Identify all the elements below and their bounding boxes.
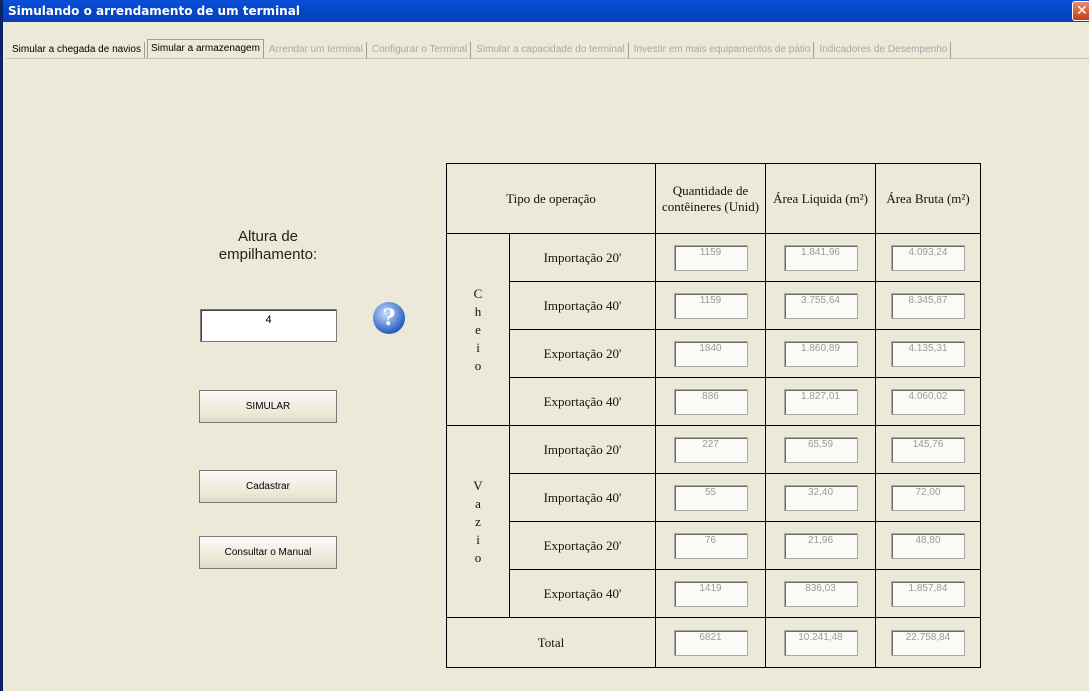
liq-cell: 1.841,96: [765, 233, 876, 282]
group-cheio: Cheio: [446, 233, 510, 426]
total-label: Total: [446, 617, 656, 668]
liq-cell: 1.827,01: [765, 377, 876, 426]
tab-simular-capacidade: Simular a capacidade do terminal: [473, 42, 629, 58]
operation-label: Exportação 40': [509, 377, 656, 426]
total-qty-cell: 6821: [655, 617, 766, 668]
total-bruta-field[interactable]: 22.758,84: [891, 629, 965, 656]
liq-cell: 21,96: [765, 521, 876, 570]
bruta-cell: 72,00: [875, 473, 981, 522]
bruta-field[interactable]: 48,80: [891, 532, 965, 559]
tab-simular-armazenagem[interactable]: Simular a armazenagem: [146, 39, 264, 58]
total-bruta-cell: 22.758,84: [875, 617, 981, 668]
altura-label: Altura de empilhamento:: [218, 228, 318, 263]
bruta-cell: 8.345,87: [875, 281, 981, 330]
qty-cell: 76: [655, 521, 766, 570]
bruta-cell: 1.857,84: [875, 569, 981, 618]
liq-field[interactable]: 1.841,96: [783, 244, 858, 271]
consultar-manual-button[interactable]: Consultar o Manual: [199, 536, 337, 569]
qty-cell: 1840: [655, 329, 766, 378]
qty-cell: 227: [655, 425, 766, 474]
liq-cell: 1.860,89: [765, 329, 876, 378]
operation-label: Exportação 40': [509, 569, 656, 618]
operation-label: Importação 40': [509, 473, 656, 522]
bruta-cell: 145,76: [875, 425, 981, 474]
qty-cell: 1159: [655, 233, 766, 282]
liq-cell: 32,40: [765, 473, 876, 522]
table-row: Exportação 40' 1419 836,03 1.857,84: [447, 569, 981, 618]
tab-arrendar-terminal: Arrendar um terminal: [266, 42, 367, 58]
bruta-field[interactable]: 4.060,02: [891, 388, 965, 415]
cadastrar-button[interactable]: Cadastrar: [199, 470, 337, 503]
qty-field[interactable]: 1840: [673, 340, 748, 367]
liq-field[interactable]: 1.860,89: [783, 340, 858, 367]
help-icon[interactable]: ?: [373, 302, 405, 334]
qty-field[interactable]: 1419: [673, 580, 748, 607]
table-row: Importação 40' 1159 3.755,64 8.345,87: [447, 281, 981, 330]
bruta-cell: 4.060,02: [875, 377, 981, 426]
bruta-cell: 4.093,24: [875, 233, 981, 282]
operation-label: Importação 20': [509, 425, 656, 474]
header-tipo: Tipo de operação: [446, 163, 656, 234]
title-bar: Simulando o arrendamento de um terminal …: [3, 0, 1089, 22]
tab-investir-equipamentos: Investir em mais equipamentos de pátio: [631, 42, 815, 58]
liq-field[interactable]: 1.827,01: [783, 388, 858, 415]
liq-field[interactable]: 32,40: [783, 484, 858, 511]
table-row: Ch e i o Importação 20' 1159 1.841,96 4.093,24: [446, 233, 981, 426]
operation-label: Importação 20': [509, 233, 656, 282]
qty-field[interactable]: 76: [673, 532, 748, 559]
qty-cell: 55: [655, 473, 766, 522]
tab-indicadores: Indicadores de Desempenho: [816, 42, 952, 58]
liq-field[interactable]: 836,03: [783, 580, 858, 607]
bruta-field[interactable]: 4.135,31: [891, 340, 965, 367]
total-qty-field[interactable]: 6821: [673, 629, 748, 656]
table-body: Ch e i o Importação 20' 1159 1.841,96 4.093,24 I…: [446, 233, 981, 618]
bruta-field[interactable]: 145,76: [891, 436, 965, 463]
header-area-liquida: Área Liquida (m²): [765, 163, 876, 234]
liq-field[interactable]: 3.755,64: [783, 292, 858, 319]
tab-configurar-terminal: Configurar o Terminal: [369, 42, 472, 58]
liq-field[interactable]: 65,59: [783, 436, 858, 463]
liq-cell: 65,59: [765, 425, 876, 474]
total-row: Total 6821 10.241,48 22.758,84: [446, 617, 981, 668]
liq-cell: 836,03: [765, 569, 876, 618]
bruta-cell: 48,80: [875, 521, 981, 570]
qty-field[interactable]: 1159: [673, 292, 748, 319]
window-title: Simulando o arrendamento de um terminal: [8, 4, 300, 18]
tab-divider: [6, 58, 1089, 59]
table-row: Exportação 20' 1840 1.860,89 4.135,31: [447, 329, 981, 378]
liq-field[interactable]: 21,96: [783, 532, 858, 559]
app-window: Simulando o arrendamento de um terminal …: [0, 0, 1089, 691]
operation-label: Importação 40': [509, 281, 656, 330]
operation-label: Exportação 20': [509, 521, 656, 570]
group-vazio: Vazio: [446, 425, 510, 618]
qty-field[interactable]: 227: [673, 436, 748, 463]
simular-button[interactable]: SIMULAR: [199, 390, 337, 423]
liq-cell: 3.755,64: [765, 281, 876, 330]
operation-label: Exportação 20': [509, 329, 656, 378]
qty-cell: 1419: [655, 569, 766, 618]
bruta-field[interactable]: 8.345,87: [891, 292, 965, 319]
tab-strip: Simular a chegada de navios Simular a ar…: [9, 38, 953, 58]
header-quantidade: Quantidade de contêineres (Unid): [655, 163, 766, 234]
bruta-cell: 4.135,31: [875, 329, 981, 378]
qty-field[interactable]: 886: [673, 388, 748, 415]
table-row: Importação 40' 55 32,40 72,00: [447, 473, 981, 522]
bruta-field[interactable]: 72,00: [891, 484, 965, 511]
tab-simular-chegada[interactable]: Simular a chegada de navios: [9, 42, 145, 58]
bruta-field[interactable]: 4.093,24: [891, 244, 965, 271]
altura-input[interactable]: 4: [200, 309, 337, 342]
qty-field[interactable]: 1159: [673, 244, 748, 271]
total-liq-field[interactable]: 10.241,48: [783, 629, 858, 656]
qty-field[interactable]: 55: [673, 484, 748, 511]
qty-cell: 1159: [655, 281, 766, 330]
bruta-field[interactable]: 1.857,84: [891, 580, 965, 607]
results-table: Tipo de operação Quantidade de contêiner…: [446, 163, 981, 668]
table-row: Exportação 20' 76 21,96 48,80: [447, 521, 981, 570]
total-liq-cell: 10.241,48: [765, 617, 876, 668]
qty-cell: 886: [655, 377, 766, 426]
table-row: Exportação 40' 886 1.827,01 4.060,02: [447, 377, 981, 426]
table-row: Va z i o Importação 20' 227 65,59 145,76: [446, 425, 981, 618]
close-icon[interactable]: ✕: [1072, 1, 1089, 21]
header-area-bruta: Área Bruta (m²): [875, 163, 981, 234]
